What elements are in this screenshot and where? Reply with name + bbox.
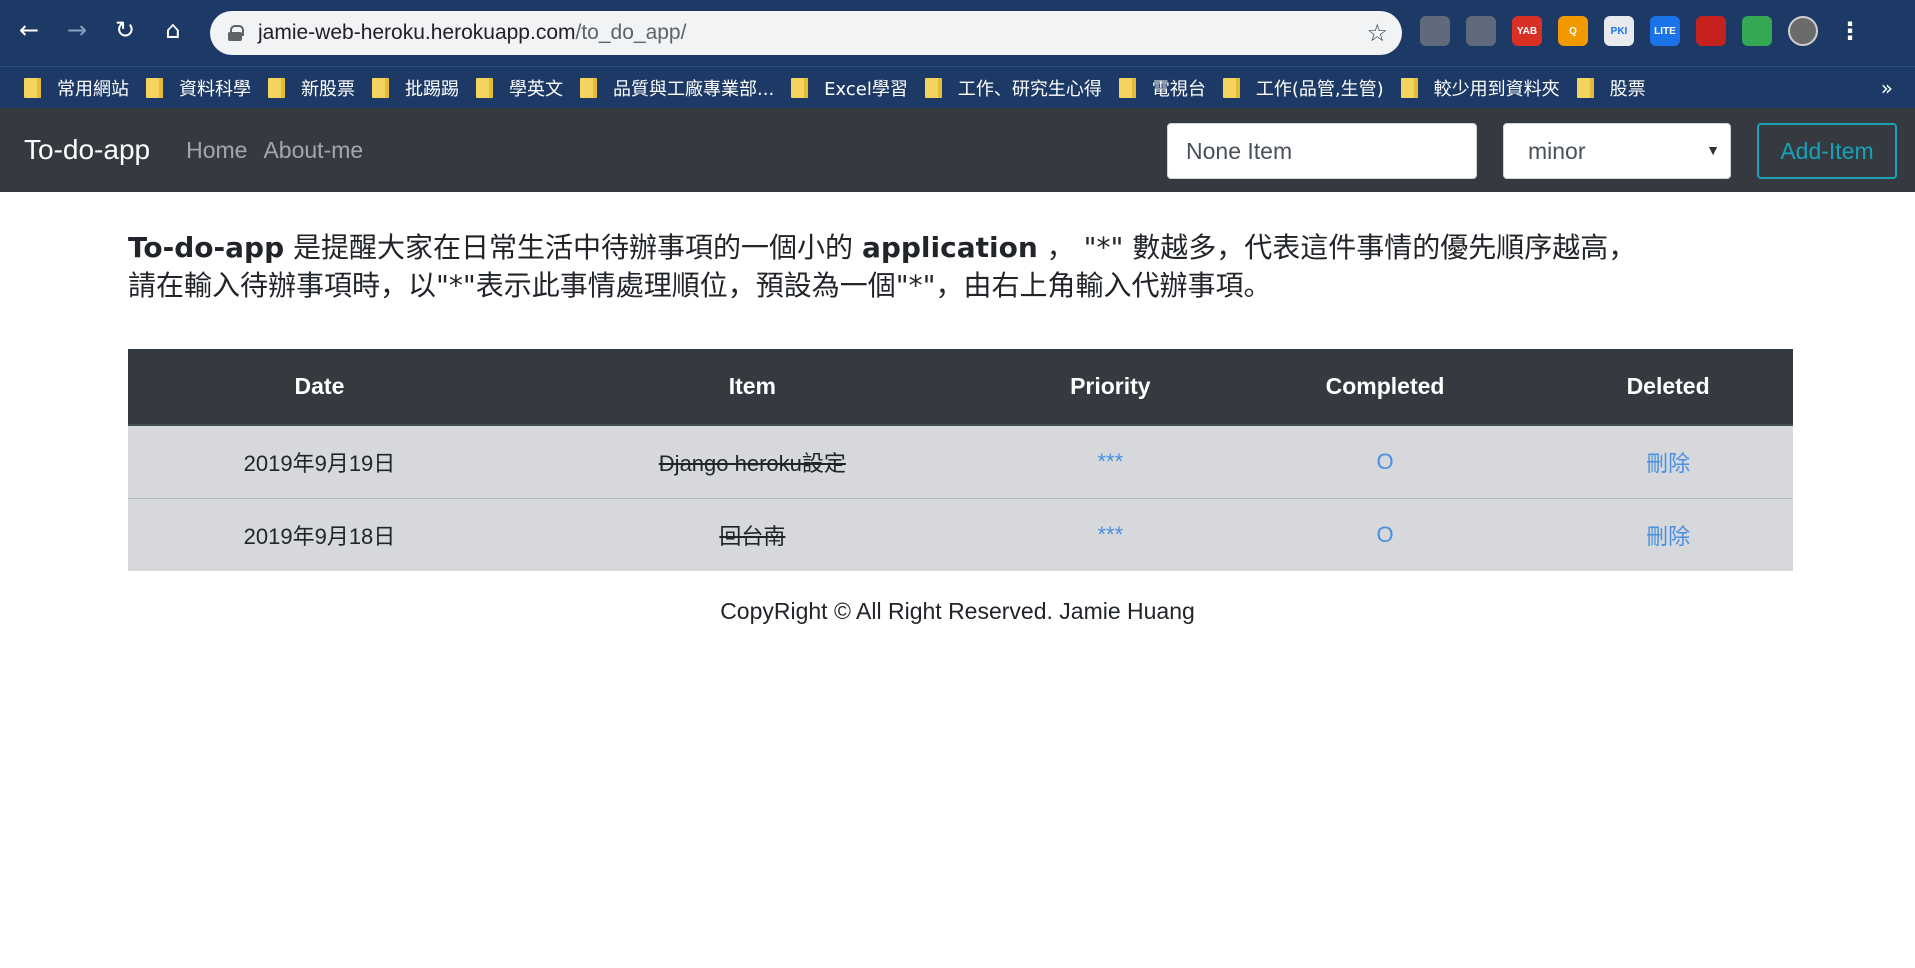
bookmark-folder[interactable]: 工作、研究生心得 xyxy=(923,72,1111,104)
bookmark-label: 股票 xyxy=(1609,78,1646,100)
priority-select[interactable]: minor ▼ xyxy=(1503,123,1731,179)
item-input[interactable]: None Item xyxy=(1167,123,1477,179)
lite-extension-icon[interactable]: LITE xyxy=(1650,16,1680,46)
bookmarks-overflow-icon[interactable]: » xyxy=(1881,76,1893,100)
bookmark-folder[interactable]: 品質與工廠專業部... xyxy=(578,72,783,104)
folder-icon xyxy=(1576,77,1594,98)
bookmark-folder[interactable]: 學英文 xyxy=(474,72,572,104)
q-extension-icon[interactable]: Q xyxy=(1558,16,1588,46)
bookmarks-bar: 常用網站 資料科學 新股票 批踢踢 學英文 品質與工廠專業部... Excel學習 工作、研究… xyxy=(0,66,1915,108)
bookmark-folder[interactable]: 較少用到資料夾 xyxy=(1399,72,1569,104)
browser-menu-icon[interactable]: ⋮ xyxy=(1838,17,1862,45)
browser-toolbar: ← → ↻ ⌂ jamie-web-heroku.herokuapp.com/t… xyxy=(0,0,1915,66)
footer-copyright: CopyRight © All Right Reserved. Jamie Hu… xyxy=(720,598,1195,624)
profile-avatar[interactable] xyxy=(1788,16,1818,46)
folder-icon xyxy=(146,77,163,98)
header-completed: Completed xyxy=(1226,349,1544,426)
navbar-brand[interactable]: To-do-app xyxy=(24,134,150,166)
folder-icon xyxy=(1400,77,1418,98)
folder-icon xyxy=(791,77,809,98)
reload-icon[interactable]: ↻ xyxy=(108,13,142,47)
intro-line-2: 請在輸入待辦事項時，以"*"表示此事情處理順位，預設為一個"*"，由右上角輸入代… xyxy=(128,269,1272,302)
header-priority: Priority xyxy=(993,349,1227,426)
bookmark-folder[interactable]: 資料科學 xyxy=(144,72,260,104)
bookmark-label: 電視台 xyxy=(1151,78,1206,100)
url-path: /to_do_app/ xyxy=(575,21,687,44)
priority-select-value: minor xyxy=(1528,137,1586,164)
folder-icon xyxy=(1222,77,1240,98)
url-host: jamie-web-heroku.herokuapp.com xyxy=(258,21,576,44)
row-priority-link[interactable]: *** xyxy=(993,497,1227,571)
back-arrow-icon[interactable]: ← xyxy=(12,13,46,47)
bookmark-folder[interactable]: 常用網站 xyxy=(22,72,138,104)
row-delete-link[interactable]: 刪除 xyxy=(1543,424,1793,498)
folder-icon xyxy=(1118,77,1136,98)
bookmark-label: 工作、研究生心得 xyxy=(957,78,1102,100)
green-extension-icon[interactable] xyxy=(1742,16,1772,46)
row-item: Django heroku設定 xyxy=(510,424,994,498)
bookmark-label: 品質與工廠專業部... xyxy=(613,78,775,100)
bookmark-label: Excel學習 xyxy=(824,78,908,100)
table-row: 2019年9月18日 回台南 *** O 刪除 xyxy=(128,497,1793,571)
bookmark-folder[interactable]: 批踢踢 xyxy=(370,72,468,104)
row-priority-link[interactable]: *** xyxy=(993,424,1227,498)
row-date: 2019年9月19日 xyxy=(128,424,511,498)
bookmark-label: 批踢踢 xyxy=(405,78,459,100)
intro-bold-application: application xyxy=(861,231,1038,264)
smartpki-extension-icon[interactable]: PKI xyxy=(1604,16,1634,46)
row-date: 2019年9月18日 xyxy=(128,497,511,571)
home-icon[interactable]: ⌂ xyxy=(156,13,190,47)
header-item: Item xyxy=(510,349,994,426)
nav-link-about-me[interactable]: About-me xyxy=(263,137,363,164)
bookmark-label: 較少用到資料夾 xyxy=(1433,78,1560,100)
row-completed-link[interactable]: O xyxy=(1226,497,1544,571)
ticket-extension-icon[interactable] xyxy=(1466,16,1496,46)
dropdown-caret-icon: ▼ xyxy=(1706,142,1720,158)
bookmark-star-icon[interactable]: ☆ xyxy=(1366,19,1388,47)
intro-text: To-do-app 是提醒大家在日常生活中待辦事項的一個小的 applicati… xyxy=(128,229,1768,305)
yab-extension-icon[interactable]: YAB xyxy=(1512,16,1542,46)
intro-text-1: 是提醒大家在日常生活中待辦事項的一個小的 xyxy=(284,231,862,264)
bookmark-label: 新股票 xyxy=(301,78,355,100)
bookmark-folder[interactable]: 電視台 xyxy=(1117,72,1215,104)
bookmark-folder[interactable]: 工作(品管,生管) xyxy=(1221,72,1393,104)
address-bar[interactable]: jamie-web-heroku.herokuapp.com/to_do_app… xyxy=(210,11,1402,55)
red-extension-icon[interactable] xyxy=(1696,16,1726,46)
forward-arrow-icon[interactable]: → xyxy=(60,13,94,47)
row-item: 回台南 xyxy=(510,497,994,571)
folder-icon xyxy=(580,77,597,98)
todo-table: Date Item Priority Completed Deleted 201… xyxy=(128,349,1793,571)
lock-icon xyxy=(228,25,244,41)
table-header-row: Date Item Priority Completed Deleted xyxy=(128,349,1793,426)
bookmark-label: 資料科學 xyxy=(179,78,251,100)
table-row: 2019年9月19日 Django heroku設定 *** O 刪除 xyxy=(128,424,1793,498)
folder-icon xyxy=(372,77,389,98)
header-deleted: Deleted xyxy=(1543,349,1793,426)
add-item-button[interactable]: Add-Item xyxy=(1757,123,1897,179)
add-item-form: None Item minor ▼ Add-Item xyxy=(1167,123,1897,179)
bookmark-folder[interactable]: 新股票 xyxy=(266,72,364,104)
extensions-bar: YAB Q PKI LITE ⋮ xyxy=(1420,16,1862,46)
folder-icon xyxy=(268,77,285,98)
bookmark-label: 學英文 xyxy=(509,78,563,100)
bookmark-label: 常用網站 xyxy=(57,78,129,100)
app-navbar: To-do-app Home About-me None Item minor … xyxy=(0,108,1915,192)
bookmark-folder[interactable]: 股票 xyxy=(1575,72,1655,104)
row-delete-link[interactable]: 刪除 xyxy=(1543,497,1793,571)
folder-icon xyxy=(476,77,493,98)
folder-icon xyxy=(924,77,942,98)
todo-table-wrapper: Date Item Priority Completed Deleted 201… xyxy=(128,349,1793,571)
row-completed-link[interactable]: O xyxy=(1226,424,1544,498)
bookmark-folder[interactable]: Excel學習 xyxy=(789,72,917,104)
intro-text-2: ， "*" 數越多，代表這件事情的優先順序越高， xyxy=(1037,231,1637,264)
folder-icon xyxy=(24,77,41,98)
bookmark-label: 工作(品管,生管) xyxy=(1255,78,1384,100)
intro-bold-app-name: To-do-app xyxy=(128,231,285,264)
browser-nav-buttons: ← → ↻ ⌂ xyxy=(12,13,190,47)
camera-extension-icon[interactable] xyxy=(1420,16,1450,46)
header-date: Date xyxy=(128,349,511,426)
nav-link-home[interactable]: Home xyxy=(186,137,247,164)
